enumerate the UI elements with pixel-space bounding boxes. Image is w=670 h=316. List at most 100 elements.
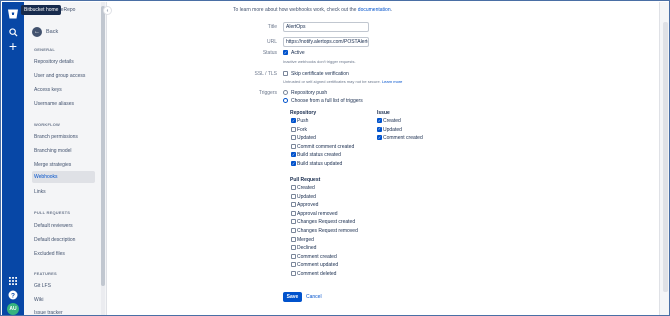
title-label: Title xyxy=(267,24,277,30)
pull-request-trigger-checkbox[interactable] xyxy=(291,219,296,225)
sidebar-item-issue-tracker[interactable]: Issue tracker xyxy=(32,307,95,315)
repository-trigger-label: Build status created xyxy=(297,152,341,159)
back-label: Back xyxy=(46,29,59,35)
user-avatar[interactable]: AU xyxy=(7,303,19,315)
triggers-label: Triggers xyxy=(258,90,277,96)
cancel-link[interactable]: Cancel xyxy=(306,294,322,300)
documentation-link[interactable]: documentation xyxy=(358,7,391,13)
section-features: FEATURES xyxy=(34,271,57,276)
sidebar-item-access-keys[interactable]: Access keys xyxy=(32,84,95,96)
app-window: + ? AU Bitbucket home apleRepo ← Back GE… xyxy=(0,0,670,316)
choose-triggers-label: Choose from a full list of triggers xyxy=(291,98,363,104)
repository-trigger-label: Commit comment created xyxy=(297,143,355,150)
repository-trigger-checkbox[interactable] xyxy=(291,143,296,149)
url-label: URL xyxy=(266,39,277,45)
status-hint: Inactive webhooks don't trigger requests… xyxy=(283,59,356,64)
ssl-hint: Untrusted or self-signed certificates ma… xyxy=(283,79,403,84)
pull-request-trigger-checkbox[interactable] xyxy=(291,202,296,208)
pull-request-trigger-checkbox[interactable] xyxy=(291,228,296,233)
pull-request-trigger-label: Declined xyxy=(297,245,317,252)
sidebar-scrollbar-thumb[interactable] xyxy=(101,6,105,286)
repository-trigger-checkbox[interactable]: ✓ xyxy=(291,152,296,158)
back-arrow-icon: ← xyxy=(32,27,42,37)
sidebar-item-excluded-files[interactable]: Excluded files xyxy=(32,248,95,260)
sidebar-item-git-lfs[interactable]: Git LFS xyxy=(32,280,95,292)
sidebar-scrollbar[interactable] xyxy=(101,2,105,315)
repository-trigger-label: Updated xyxy=(297,135,316,142)
repository-trigger-label: Push xyxy=(297,118,309,124)
repository-triggers-heading: Repository xyxy=(290,110,317,116)
active-label: Active xyxy=(291,50,305,56)
pull-request-trigger-label: Created xyxy=(297,185,315,191)
repository-trigger-checkbox[interactable] xyxy=(291,126,296,132)
repository-trigger-label: Fork xyxy=(297,126,307,133)
pull-request-trigger-label: Merged xyxy=(297,236,314,243)
repository-trigger-label: Build status updated xyxy=(297,161,343,167)
learn-more-link[interactable]: Learn more xyxy=(382,79,402,84)
sidebar-item-default-description[interactable]: Default description xyxy=(32,234,95,246)
skip-certificate-checkbox[interactable] xyxy=(283,71,288,76)
url-input[interactable]: https://notify.alertops.com/POSTAlert4 xyxy=(283,37,369,47)
create-plus-icon[interactable]: + xyxy=(5,38,21,54)
pull-request-trigger-label: Changes Request created xyxy=(297,219,356,226)
skip-certificate-label: Skip certificate verification xyxy=(291,71,349,77)
pull-request-trigger-checkbox[interactable] xyxy=(291,271,296,276)
main-scrollbar-thumb[interactable] xyxy=(663,22,668,292)
issue-trigger-checkbox[interactable]: ✓ xyxy=(377,118,382,123)
sidebar-item-repository-details[interactable]: Repository details xyxy=(32,56,95,68)
repository-push-radio[interactable] xyxy=(283,90,288,95)
back-button[interactable]: ← Back xyxy=(32,27,58,37)
issue-trigger-label: Created xyxy=(383,118,401,124)
help-icon[interactable]: ? xyxy=(5,287,21,303)
sidebar-item-branch-permissions[interactable]: Branch permissions xyxy=(32,131,95,143)
status-label: Status xyxy=(262,50,277,56)
pull-request-trigger-label: Approval removed xyxy=(297,210,338,217)
section-workflow: WORKFLOW xyxy=(34,122,61,127)
repository-trigger-checkbox[interactable]: ✓ xyxy=(291,161,296,166)
issue-triggers-heading: Issue xyxy=(377,110,390,116)
pull-request-triggers-heading: Pull Request xyxy=(290,177,321,183)
intro-text: To learn more about how webhooks work, c… xyxy=(233,7,392,13)
bitbucket-home-tooltip: Bitbucket home xyxy=(21,5,62,15)
svg-text:?: ? xyxy=(11,292,15,299)
issue-trigger-checkbox[interactable]: ✓ xyxy=(377,126,382,132)
title-input[interactable]: AlertOps xyxy=(283,22,369,32)
pull-request-trigger-checkbox[interactable] xyxy=(291,245,296,251)
pull-request-trigger-checkbox[interactable] xyxy=(291,253,296,259)
section-general: GENERAL xyxy=(34,47,55,52)
pull-request-trigger-label: Updated xyxy=(297,193,316,200)
pull-request-trigger-label: Approved xyxy=(297,202,319,209)
pull-request-trigger-label: Comment updated xyxy=(297,262,339,269)
active-checkbox[interactable]: ✓ xyxy=(283,50,288,55)
repository-trigger-checkbox[interactable]: ✓ xyxy=(291,118,296,123)
issue-trigger-label: Comment created xyxy=(383,135,423,142)
sidebar-item-merge-strategies[interactable]: Merge strategies xyxy=(32,159,95,171)
webhook-form: To learn more about how webhooks work, c… xyxy=(107,2,659,315)
ssl-tls-label: SSL / TLS xyxy=(254,71,277,77)
issue-trigger-label: Updated xyxy=(383,126,402,133)
section-pull-requests: PULL REQUESTS xyxy=(34,210,71,215)
pull-request-trigger-checkbox[interactable] xyxy=(291,236,296,242)
collapse-sidebar-chevron-icon[interactable]: ‹ xyxy=(103,6,112,15)
sidebar-item-default-reviewers[interactable]: Default reviewers xyxy=(32,220,95,232)
pull-request-trigger-label: Comment deleted xyxy=(297,271,337,277)
bitbucket-logo-icon[interactable] xyxy=(5,6,21,22)
pull-request-trigger-label: Comment created xyxy=(297,253,337,260)
pull-request-trigger-label: Changes Request removed xyxy=(297,228,358,234)
sidebar-item-branching-model[interactable]: Branching model xyxy=(32,145,95,157)
pull-request-trigger-checkbox[interactable] xyxy=(291,185,296,190)
repository-trigger-checkbox[interactable] xyxy=(291,135,296,141)
pull-request-trigger-checkbox[interactable] xyxy=(291,193,296,199)
repository-settings-sidebar: apleRepo ← Back GENERAL Repository detai… xyxy=(24,2,107,315)
sidebar-item-username-aliases[interactable]: Username aliases xyxy=(32,98,95,110)
main-scrollbar[interactable] xyxy=(659,2,669,315)
sidebar-item-wiki[interactable]: Wiki xyxy=(32,294,95,306)
save-button[interactable]: Save xyxy=(283,292,302,302)
pull-request-trigger-checkbox[interactable] xyxy=(291,210,296,216)
sidebar-item-user-group-access[interactable]: User and group access xyxy=(32,70,95,82)
sidebar-item-webhooks[interactable]: Webhooks xyxy=(32,171,95,183)
pull-request-trigger-checkbox[interactable] xyxy=(291,262,296,268)
issue-trigger-checkbox[interactable]: ✓ xyxy=(377,135,382,141)
sidebar-item-links[interactable]: Links xyxy=(32,186,95,198)
choose-triggers-radio[interactable] xyxy=(283,98,288,103)
